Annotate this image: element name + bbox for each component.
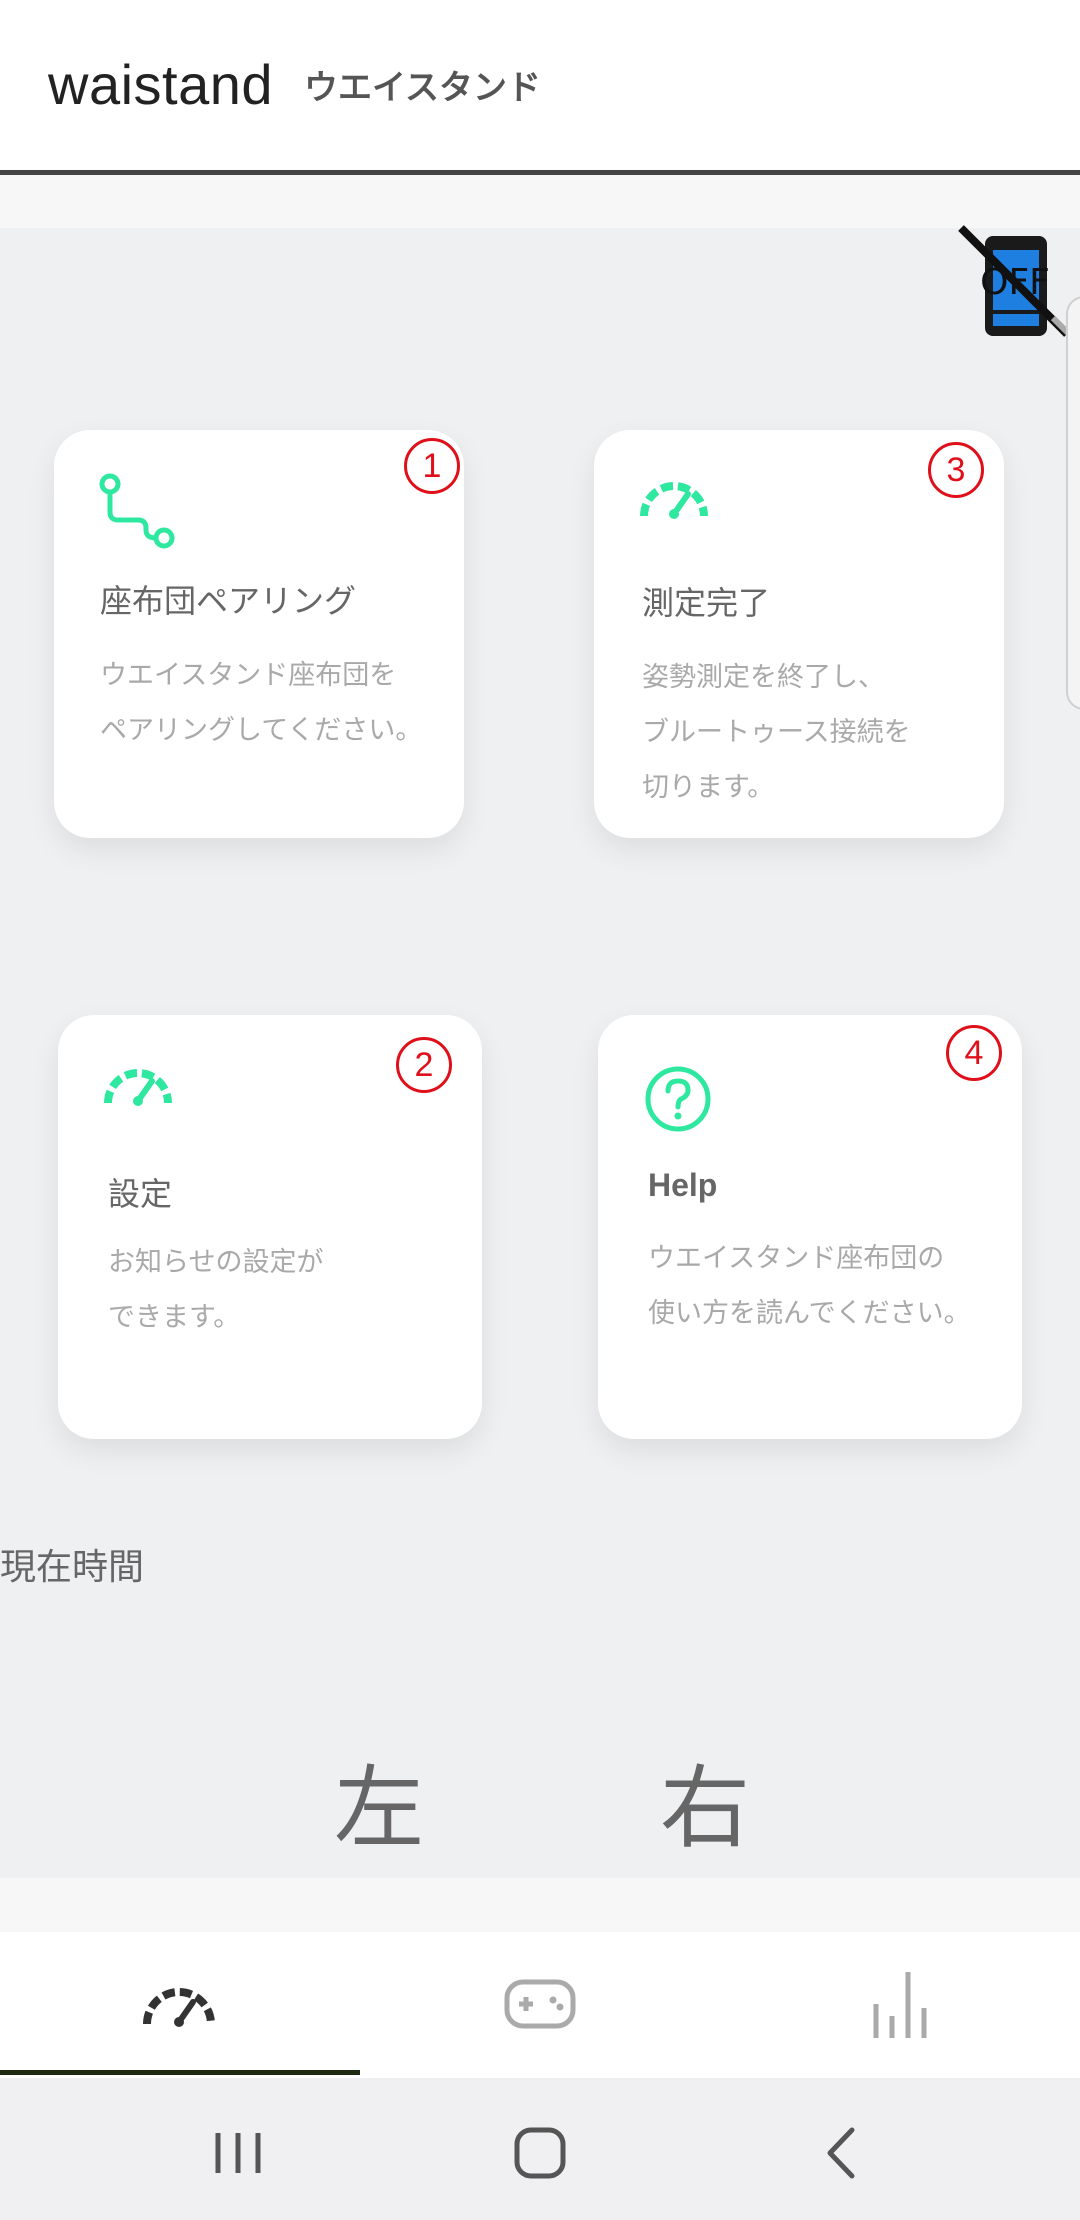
side-drawer-handle[interactable] bbox=[1066, 296, 1080, 710]
tab-game[interactable] bbox=[360, 1932, 720, 2078]
recent-apps-icon bbox=[215, 2133, 261, 2173]
bar-chart-icon bbox=[873, 1972, 927, 2038]
card-title: Help bbox=[648, 1167, 718, 1203]
left-side-label: 左 bbox=[334, 1756, 424, 1861]
card-title: 座布団ペアリング bbox=[100, 582, 357, 620]
speedometer-icon bbox=[143, 1988, 215, 2027]
recent-apps-button[interactable] bbox=[198, 2118, 278, 2188]
badge-number: 3 bbox=[928, 442, 984, 498]
gamepad-icon bbox=[504, 1979, 576, 2029]
app-title: waistand bbox=[48, 53, 274, 116]
bottom-divider-strip bbox=[0, 1878, 1080, 1932]
card-pairing[interactable]: 1 座布団ペアリング ウエイスタンド座布団を ペアリングしてください。 bbox=[54, 430, 464, 838]
card-title: 設定 bbox=[108, 1175, 173, 1213]
card-description: 姿勢測定を終了し、 ブルートゥース接続を 切ります。 bbox=[642, 662, 911, 803]
card-finish[interactable]: 3 測定完了 姿勢測定を終了し、 ブルートゥース接続を 切ります。 bbox=[594, 430, 1004, 838]
card-description: ウエイスタンド座布団を ペアリングしてください。 bbox=[100, 660, 423, 746]
card-help[interactable]: 4 Help ウエイスタンド座布団の 使い方を読んでください。 bbox=[598, 1015, 1022, 1439]
tab-dashboard[interactable] bbox=[0, 1932, 360, 2078]
help-circle-icon bbox=[644, 1065, 712, 1137]
system-nav-bar bbox=[0, 2078, 1080, 2220]
speedometer-icon bbox=[102, 1059, 174, 1113]
route-icon bbox=[98, 472, 178, 556]
badge-number: 2 bbox=[396, 1037, 452, 1093]
card-title: 測定完了 bbox=[642, 584, 771, 622]
right-side-label: 右 bbox=[660, 1756, 750, 1861]
app-header: waistand ウエイスタンド bbox=[0, 0, 1080, 175]
current-time-label: 現在時間 bbox=[0, 1547, 145, 1588]
bottom-nav bbox=[0, 1932, 1080, 2078]
card-description: お知らせの設定が できます。 bbox=[108, 1247, 324, 1333]
active-tab-indicator bbox=[0, 2070, 360, 2075]
phone-off-icon: OFF bbox=[958, 225, 1076, 341]
card-description: ウエイスタンド座布団の 使い方を読んでください。 bbox=[648, 1243, 971, 1329]
app-subtitle: ウエイスタンド bbox=[304, 68, 541, 108]
back-icon bbox=[827, 2127, 855, 2179]
speedometer-icon bbox=[638, 472, 710, 526]
home-icon bbox=[514, 2127, 566, 2179]
bluetooth-off-button[interactable]: OFF bbox=[955, 222, 1076, 342]
badge-number: 1 bbox=[404, 438, 460, 494]
card-settings[interactable]: 2 設定 お知らせの設定が できます。 bbox=[58, 1015, 482, 1439]
tab-statistics[interactable] bbox=[720, 1932, 1080, 2078]
back-button[interactable] bbox=[802, 2118, 882, 2188]
home-button[interactable] bbox=[500, 2118, 580, 2188]
badge-number: 4 bbox=[946, 1025, 1002, 1081]
top-divider-strip bbox=[0, 175, 1080, 228]
